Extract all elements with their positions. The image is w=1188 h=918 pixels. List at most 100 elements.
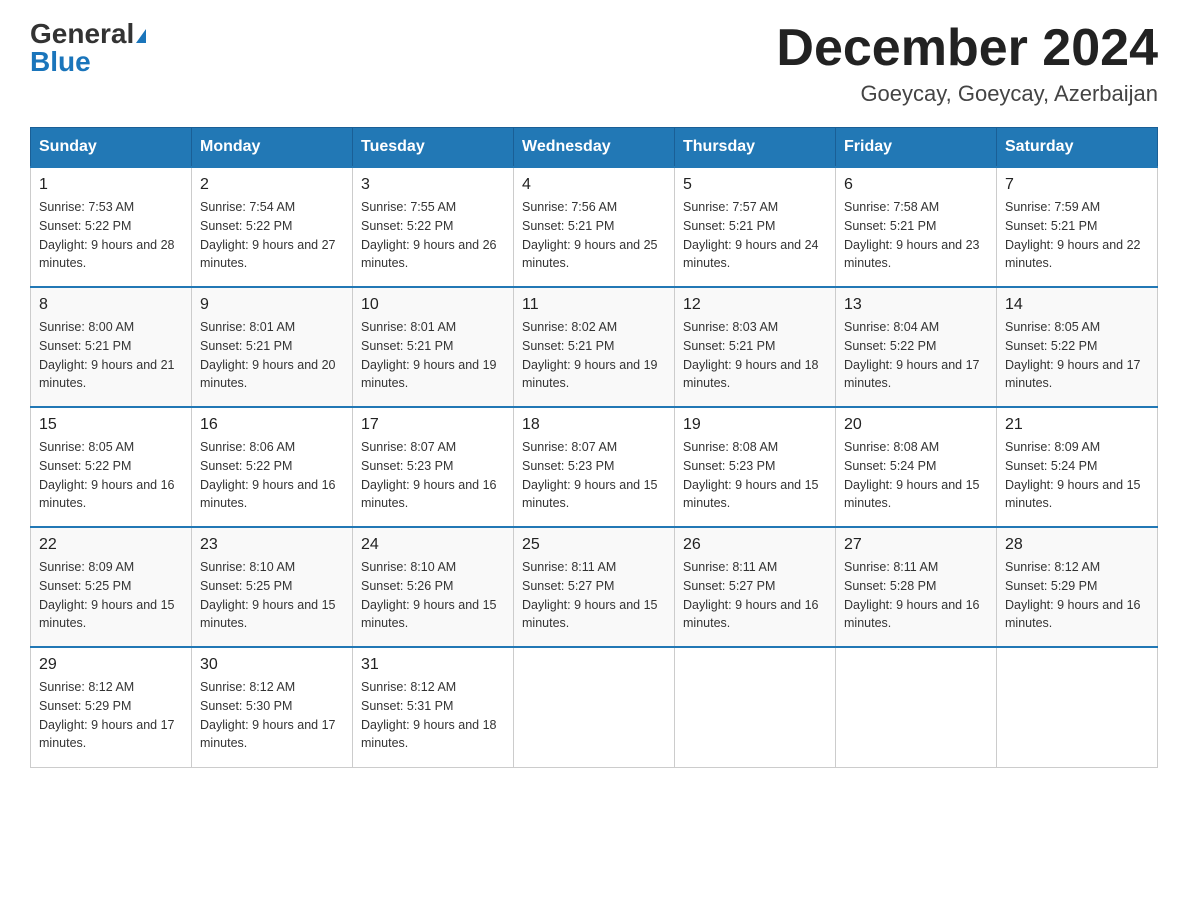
logo-text: General (30, 20, 146, 48)
day-number: 13 (844, 296, 988, 314)
day-info: Sunrise: 8:05 AMSunset: 5:22 PMDaylight:… (39, 438, 183, 513)
calendar-week-row: 22 Sunrise: 8:09 AMSunset: 5:25 PMDaylig… (31, 527, 1158, 647)
day-number: 2 (200, 176, 344, 194)
day-info: Sunrise: 8:11 AMSunset: 5:27 PMDaylight:… (683, 558, 827, 633)
day-number: 1 (39, 176, 183, 194)
day-number: 25 (522, 536, 666, 554)
day-number: 16 (200, 416, 344, 434)
day-info: Sunrise: 8:08 AMSunset: 5:23 PMDaylight:… (683, 438, 827, 513)
day-number: 6 (844, 176, 988, 194)
day-number: 19 (683, 416, 827, 434)
table-row: 14 Sunrise: 8:05 AMSunset: 5:22 PMDaylig… (997, 287, 1158, 407)
col-tuesday: Tuesday (353, 128, 514, 168)
day-info: Sunrise: 8:10 AMSunset: 5:25 PMDaylight:… (200, 558, 344, 633)
day-number: 15 (39, 416, 183, 434)
day-number: 12 (683, 296, 827, 314)
table-row: 28 Sunrise: 8:12 AMSunset: 5:29 PMDaylig… (997, 527, 1158, 647)
day-number: 26 (683, 536, 827, 554)
table-row (997, 647, 1158, 767)
logo-blue-text: Blue (30, 48, 91, 76)
table-row: 27 Sunrise: 8:11 AMSunset: 5:28 PMDaylig… (836, 527, 997, 647)
day-number: 22 (39, 536, 183, 554)
table-row: 1 Sunrise: 7:53 AMSunset: 5:22 PMDayligh… (31, 167, 192, 287)
day-number: 11 (522, 296, 666, 314)
day-number: 20 (844, 416, 988, 434)
col-monday: Monday (192, 128, 353, 168)
table-row: 23 Sunrise: 8:10 AMSunset: 5:25 PMDaylig… (192, 527, 353, 647)
logo-blue: Blue (30, 46, 91, 77)
col-saturday: Saturday (997, 128, 1158, 168)
title-area: December 2024 Goeycay, Goeycay, Azerbaij… (776, 20, 1158, 107)
day-info: Sunrise: 8:01 AMSunset: 5:21 PMDaylight:… (361, 318, 505, 393)
logo-triangle-icon (136, 29, 146, 43)
day-number: 29 (39, 656, 183, 674)
calendar-header-row: Sunday Monday Tuesday Wednesday Thursday… (31, 128, 1158, 168)
table-row: 31 Sunrise: 8:12 AMSunset: 5:31 PMDaylig… (353, 647, 514, 767)
calendar-week-row: 29 Sunrise: 8:12 AMSunset: 5:29 PMDaylig… (31, 647, 1158, 767)
day-number: 9 (200, 296, 344, 314)
day-info: Sunrise: 8:04 AMSunset: 5:22 PMDaylight:… (844, 318, 988, 393)
table-row: 17 Sunrise: 8:07 AMSunset: 5:23 PMDaylig… (353, 407, 514, 527)
table-row: 21 Sunrise: 8:09 AMSunset: 5:24 PMDaylig… (997, 407, 1158, 527)
calendar-week-row: 15 Sunrise: 8:05 AMSunset: 5:22 PMDaylig… (31, 407, 1158, 527)
table-row: 3 Sunrise: 7:55 AMSunset: 5:22 PMDayligh… (353, 167, 514, 287)
col-wednesday: Wednesday (514, 128, 675, 168)
day-info: Sunrise: 7:57 AMSunset: 5:21 PMDaylight:… (683, 198, 827, 273)
day-info: Sunrise: 8:09 AMSunset: 5:25 PMDaylight:… (39, 558, 183, 633)
day-number: 23 (200, 536, 344, 554)
table-row: 12 Sunrise: 8:03 AMSunset: 5:21 PMDaylig… (675, 287, 836, 407)
day-info: Sunrise: 8:11 AMSunset: 5:27 PMDaylight:… (522, 558, 666, 633)
month-title: December 2024 (776, 20, 1158, 77)
day-info: Sunrise: 8:08 AMSunset: 5:24 PMDaylight:… (844, 438, 988, 513)
col-friday: Friday (836, 128, 997, 168)
day-info: Sunrise: 7:53 AMSunset: 5:22 PMDaylight:… (39, 198, 183, 273)
table-row: 7 Sunrise: 7:59 AMSunset: 5:21 PMDayligh… (997, 167, 1158, 287)
day-number: 27 (844, 536, 988, 554)
table-row: 18 Sunrise: 8:07 AMSunset: 5:23 PMDaylig… (514, 407, 675, 527)
table-row: 15 Sunrise: 8:05 AMSunset: 5:22 PMDaylig… (31, 407, 192, 527)
day-number: 5 (683, 176, 827, 194)
table-row: 22 Sunrise: 8:09 AMSunset: 5:25 PMDaylig… (31, 527, 192, 647)
table-row: 29 Sunrise: 8:12 AMSunset: 5:29 PMDaylig… (31, 647, 192, 767)
day-info: Sunrise: 7:55 AMSunset: 5:22 PMDaylight:… (361, 198, 505, 273)
day-number: 17 (361, 416, 505, 434)
table-row: 13 Sunrise: 8:04 AMSunset: 5:22 PMDaylig… (836, 287, 997, 407)
col-sunday: Sunday (31, 128, 192, 168)
table-row: 25 Sunrise: 8:11 AMSunset: 5:27 PMDaylig… (514, 527, 675, 647)
day-info: Sunrise: 8:00 AMSunset: 5:21 PMDaylight:… (39, 318, 183, 393)
table-row: 8 Sunrise: 8:00 AMSunset: 5:21 PMDayligh… (31, 287, 192, 407)
day-number: 14 (1005, 296, 1149, 314)
location-title: Goeycay, Goeycay, Azerbaijan (776, 81, 1158, 107)
table-row (836, 647, 997, 767)
day-number: 24 (361, 536, 505, 554)
day-info: Sunrise: 8:07 AMSunset: 5:23 PMDaylight:… (361, 438, 505, 513)
day-info: Sunrise: 8:12 AMSunset: 5:29 PMDaylight:… (39, 678, 183, 753)
table-row: 2 Sunrise: 7:54 AMSunset: 5:22 PMDayligh… (192, 167, 353, 287)
day-number: 30 (200, 656, 344, 674)
calendar-week-row: 1 Sunrise: 7:53 AMSunset: 5:22 PMDayligh… (31, 167, 1158, 287)
day-number: 10 (361, 296, 505, 314)
table-row: 6 Sunrise: 7:58 AMSunset: 5:21 PMDayligh… (836, 167, 997, 287)
day-number: 8 (39, 296, 183, 314)
table-row: 5 Sunrise: 7:57 AMSunset: 5:21 PMDayligh… (675, 167, 836, 287)
day-info: Sunrise: 8:03 AMSunset: 5:21 PMDaylight:… (683, 318, 827, 393)
day-number: 28 (1005, 536, 1149, 554)
day-number: 21 (1005, 416, 1149, 434)
table-row: 11 Sunrise: 8:02 AMSunset: 5:21 PMDaylig… (514, 287, 675, 407)
logo: General Blue (30, 20, 146, 76)
table-row: 10 Sunrise: 8:01 AMSunset: 5:21 PMDaylig… (353, 287, 514, 407)
table-row: 16 Sunrise: 8:06 AMSunset: 5:22 PMDaylig… (192, 407, 353, 527)
day-info: Sunrise: 8:07 AMSunset: 5:23 PMDaylight:… (522, 438, 666, 513)
day-number: 18 (522, 416, 666, 434)
table-row: 19 Sunrise: 8:08 AMSunset: 5:23 PMDaylig… (675, 407, 836, 527)
day-info: Sunrise: 8:10 AMSunset: 5:26 PMDaylight:… (361, 558, 505, 633)
table-row (675, 647, 836, 767)
logo-general: General (30, 18, 134, 49)
day-info: Sunrise: 8:06 AMSunset: 5:22 PMDaylight:… (200, 438, 344, 513)
table-row: 24 Sunrise: 8:10 AMSunset: 5:26 PMDaylig… (353, 527, 514, 647)
day-info: Sunrise: 8:12 AMSunset: 5:31 PMDaylight:… (361, 678, 505, 753)
day-number: 31 (361, 656, 505, 674)
day-info: Sunrise: 7:54 AMSunset: 5:22 PMDaylight:… (200, 198, 344, 273)
col-thursday: Thursday (675, 128, 836, 168)
table-row: 4 Sunrise: 7:56 AMSunset: 5:21 PMDayligh… (514, 167, 675, 287)
